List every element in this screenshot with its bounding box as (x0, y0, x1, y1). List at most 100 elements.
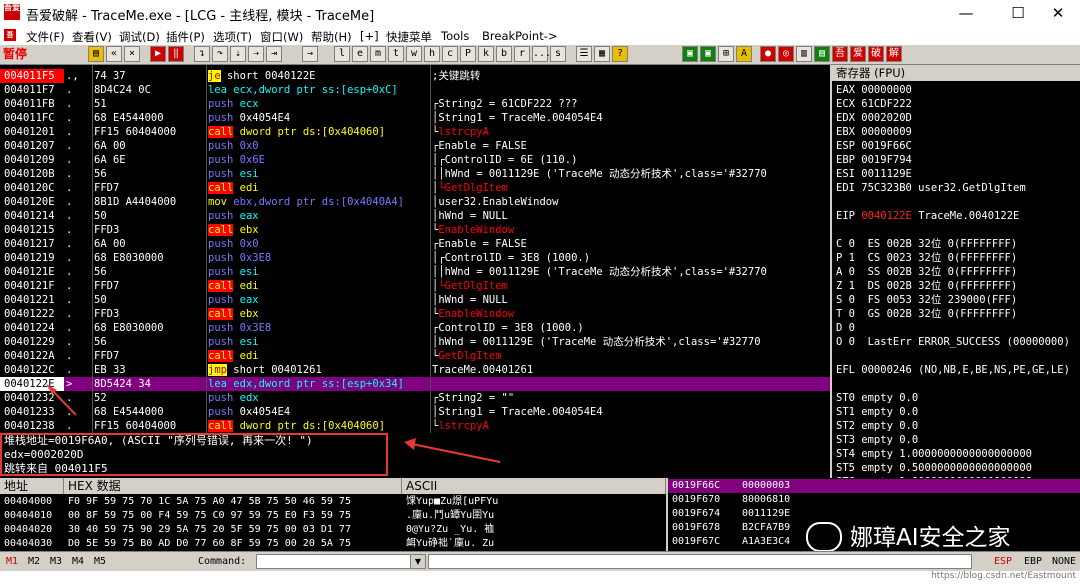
register-line[interactable]: ST3 empty 0.0 (836, 433, 918, 447)
plugin-icon-3[interactable]: ⊞ (718, 46, 734, 62)
close-button[interactable]: ✕ (1036, 2, 1080, 24)
toolbar-h[interactable]: h (424, 46, 440, 62)
disasm-row[interactable]: 004011FC. 68 E4544000 push 0x4054E4 │Strin… (0, 111, 830, 125)
toolbar-l[interactable]: l (334, 46, 350, 62)
memory-dump-pane[interactable]: 地址 HEX 数据 ASCII 00404000 F0 9F 59 75 70 1… (0, 478, 666, 551)
disasm-row[interactable]: 0040120B. 56 push esi ││hWnd = 0011129E ('… (0, 167, 830, 181)
toolbar-b[interactable]: b (496, 46, 512, 62)
register-line[interactable]: EFL 00000246 (NO,NB,E,BE,NS,PE,GE,LE) (836, 363, 1070, 377)
column-separator[interactable] (430, 65, 431, 433)
registers-pane[interactable]: 寄存器 (FPU) EAX 00000000 ECX 61CDF222 EDX 00… (832, 65, 1080, 478)
menu-help[interactable]: 帮助(H) (311, 29, 352, 45)
register-line[interactable]: A 0 SS 002B 32位 0(FFFFFFFF) (836, 265, 1017, 279)
dump-row[interactable]: 00404010 00 8F 59 75 00 F4 59 75 C0 97 59… (0, 509, 666, 523)
menu-debug[interactable]: 调试(D) (119, 29, 160, 45)
menu-tools[interactable]: Tools (441, 29, 469, 43)
tab-m3[interactable]: M3 (50, 556, 62, 567)
toolbar-w[interactable]: w (406, 46, 422, 62)
stack-row[interactable]: 0019F670 80006810 (668, 493, 1080, 507)
dump-row[interactable]: 00404000 F0 9F 59 75 70 1C 5A 75 A0 47 5B… (0, 495, 666, 509)
command-dropdown-icon[interactable]: ▼ (410, 555, 425, 568)
toolbar-s[interactable]: s (550, 46, 566, 62)
menu-window[interactable]: 窗口(W) (260, 29, 303, 45)
step-over-icon[interactable]: ↷ (212, 46, 228, 62)
plugin-icon-6[interactable]: ◎ (778, 46, 794, 62)
register-line[interactable]: ESP 0019F66C (836, 139, 912, 153)
register-line[interactable]: EIP 0040122E TraceMe.0040122E (836, 209, 1019, 223)
column-separator[interactable] (92, 65, 93, 433)
register-line[interactable]: ST0 empty 0.0 (836, 391, 918, 405)
plugin-icon-2[interactable]: ▣ (700, 46, 716, 62)
tab-m4[interactable]: M4 (72, 556, 84, 567)
trace-over-icon[interactable]: ⇢ (248, 46, 264, 62)
settings-icon[interactable]: ▦ (594, 46, 610, 62)
disasm-row[interactable]: 00401222. FFD3 call ebx └EnableWindow (0, 307, 830, 321)
plugin-icon-7[interactable]: ▥ (796, 46, 812, 62)
register-line[interactable]: EDX 0002020D (836, 111, 912, 125)
stack-row[interactable]: 0019F66C 00000003 (668, 479, 1080, 493)
disasm-row[interactable]: 0040120C. FFD7 call edi │└GetDlgItem (0, 181, 830, 195)
menu-plugins[interactable]: 插件(P) (166, 29, 205, 45)
toolbar-logo-1[interactable]: 吾 (832, 46, 848, 62)
register-line[interactable]: T 0 GS 002B 32位 0(FFFFFFFF) (836, 307, 1017, 321)
register-line[interactable]: EDI 75C323B0 user32.GetDlgItem (836, 181, 1026, 195)
menu-file[interactable]: 文件(F) (26, 29, 65, 45)
disasm-row[interactable]: 00401201. FF15 60404000 call dword ptr ds… (0, 125, 830, 139)
disasm-row[interactable]: 0040122E > 8D5424 34 lea edx,dword ptr ss:… (0, 377, 830, 391)
disasm-row[interactable]: 00401229. 56 push esi │hWnd = 0011129E ('T… (0, 335, 830, 349)
status-none[interactable]: NONE (1052, 556, 1076, 567)
register-line[interactable]: ST5 empty 0.5000000000000000000 (836, 461, 1032, 475)
toolbar-e[interactable]: e (352, 46, 368, 62)
dump-row[interactable]: 00404030 D0 5E 59 75 B0 AD D0 77 60 8F 59… (0, 537, 666, 551)
disasm-row[interactable]: 00401219. 68 E8030000 push 0x3E8 │┌Control… (0, 251, 830, 265)
help-icon[interactable]: ? (612, 46, 628, 62)
disasm-row[interactable]: 0040120E. 8B1D A4404000 mov ebx,dword ptr… (0, 195, 830, 209)
menu-app-icon[interactable]: 吾 (4, 29, 16, 41)
register-line[interactable]: ESI 0011129E (836, 167, 912, 181)
plugin-icon-1[interactable]: ▣ (682, 46, 698, 62)
disasm-row[interactable]: 00401217. 6A 00 push 0x0 ┌Enable = FALSE (0, 237, 830, 251)
dump-row[interactable]: 00404020 30 40 59 75 90 29 5A 75 20 5F 59… (0, 523, 666, 537)
register-line[interactable]: Z 1 DS 002B 32位 0(FFFFFFFF) (836, 279, 1017, 293)
step-into-icon[interactable]: ↴ (194, 46, 210, 62)
toolbar-logo-3[interactable]: 破 (868, 46, 884, 62)
register-line[interactable]: ECX 61CDF222 (836, 97, 912, 111)
disasm-row[interactable]: 00401233. 68 E4544000 push 0x4054E4 │Strin… (0, 405, 830, 419)
disasm-row[interactable]: 0040121F. FFD7 call edi │└GetDlgItem (0, 279, 830, 293)
disasm-row[interactable]: 00401215. FFD3 call ebx └EnableWindow (0, 223, 830, 237)
register-line[interactable]: D 0 (836, 321, 855, 335)
menu-options[interactable]: 选项(T) (213, 29, 252, 45)
disasm-row[interactable]: 00401224. 68 E8030000 push 0x3E8 ┌ControlI… (0, 321, 830, 335)
toolbar-P[interactable]: P (460, 46, 476, 62)
restart-icon[interactable]: « (106, 46, 122, 62)
disasm-row[interactable]: 00401214. 50 push eax │hWnd = NULL (0, 209, 830, 223)
status-ebp[interactable]: EBP (1024, 556, 1042, 567)
trace-into-icon[interactable]: ⇣ (230, 46, 246, 62)
menu-breakpoint[interactable]: BreakPoint-> (482, 29, 558, 43)
register-line[interactable]: O 0 LastErr ERROR_SUCCESS (00000000) (836, 335, 1070, 349)
dump-header-ascii[interactable]: ASCII (402, 478, 666, 494)
register-line[interactable]: S 0 FS 0053 32位 239000(FFF) (836, 293, 1017, 307)
register-line[interactable]: P 1 CS 0023 32位 0(FFFFFFFF) (836, 251, 1017, 265)
register-line[interactable]: EBP 0019F794 (836, 153, 912, 167)
disasm-row[interactable]: 0040122A. FFD7 call edi └GetDlgItem (0, 349, 830, 363)
run-icon[interactable]: ▶ (150, 46, 166, 62)
dump-header-hex[interactable]: HEX 数据 (64, 478, 402, 494)
toolbar-k[interactable]: k (478, 46, 494, 62)
disasm-row[interactable]: 00401209. 6A 6E push 0x6E │┌ControlID = 6E… (0, 153, 830, 167)
goto-icon[interactable]: → (302, 46, 318, 62)
plugin-icon-8[interactable]: ▤ (814, 46, 830, 62)
toolbar-t[interactable]: t (388, 46, 404, 62)
status-esp[interactable]: ESP (994, 556, 1012, 567)
disasm-row[interactable]: 0040122C. EB 33 jmp short 00401261 TraceMe… (0, 363, 830, 377)
register-line[interactable]: ST1 empty 0.0 (836, 405, 918, 419)
execute-till-return-icon[interactable]: ⇥ (266, 46, 282, 62)
disasm-row[interactable]: 0040121E. 56 push esi ││hWnd = 0011129E ('… (0, 265, 830, 279)
register-line[interactable]: C 0 ES 002B 32位 0(FFFFFFFF) (836, 237, 1017, 251)
toolbar-logo-2[interactable]: 爱 (850, 46, 866, 62)
menu-view[interactable]: 查看(V) (72, 29, 112, 45)
open-icon[interactable]: ▤ (88, 46, 104, 62)
plugin-icon-4[interactable]: A (736, 46, 752, 62)
dump-header-address[interactable]: 地址 (0, 478, 64, 494)
toolbar-r[interactable]: r (514, 46, 530, 62)
